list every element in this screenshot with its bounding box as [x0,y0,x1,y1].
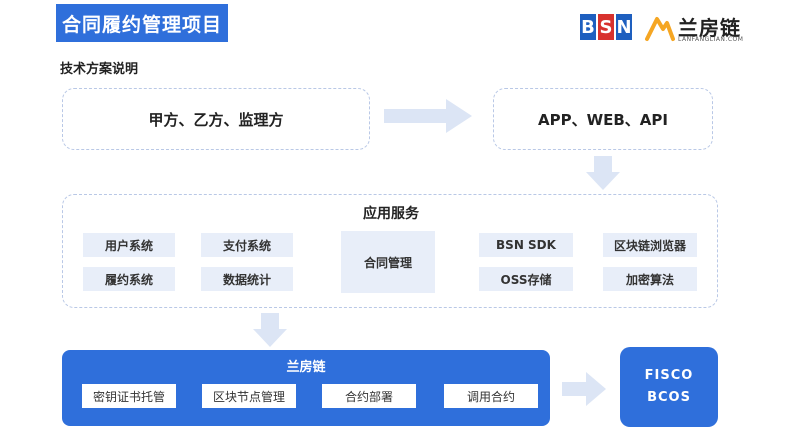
service-oss-storage: OSS存储 [479,267,573,291]
service-data-statistics: 数据统计 [201,267,293,291]
bsn-letter-s: S [598,14,614,40]
lanfang-item-node-management: 区块节点管理 [202,384,296,408]
service-fulfillment-system: 履约系统 [83,267,175,291]
fisco-line2: BCOS [647,390,691,405]
lanfang-chain-title: 兰房链 [286,360,326,375]
down-arrow-icon [586,156,620,190]
parties-box: 甲方、乙方、监理方 [62,88,370,150]
page-title: 合同履约管理项目 [56,4,228,42]
service-blockchain-explorer: 区块链浏览器 [603,233,697,257]
app-services-box: 应用服务 用户系统 履约系统 支付系统 数据统计 合同管理 BSN SDK OS… [62,194,718,308]
bsn-logo: B S N [580,14,632,40]
bsn-letter-n: N [616,14,632,40]
service-bsn-sdk: BSN SDK [479,233,573,257]
lanfang-logo-icon [645,17,675,41]
section-label: 技术方案说明 [60,62,139,77]
fisco-line1: FISCO [644,368,694,383]
lanfang-item-invoke-contract: 调用合约 [444,384,538,408]
service-user-system: 用户系统 [83,233,175,257]
bsn-letter-b: B [580,14,596,40]
fisco-bcos-box: FISCO BCOS [620,347,718,427]
lanfang-chain-box: 兰房链 密钥证书托管 区块节点管理 合约部署 调用合约 [62,350,550,426]
service-encryption-algorithm: 加密算法 [603,267,697,291]
lanfang-item-key-cert: 密钥证书托管 [82,384,176,408]
down-arrow-icon [253,313,287,347]
service-payment-system: 支付系统 [201,233,293,257]
channels-box: APP、WEB、API [493,88,713,150]
app-services-title: 应用服务 [363,206,419,222]
right-arrow-icon [384,99,472,133]
lanfang-logo-url: LANFANGLIAN.COM [678,36,744,43]
service-contract-management: 合同管理 [341,231,435,293]
right-arrow-icon [562,372,606,406]
lanfang-item-contract-deploy: 合约部署 [322,384,416,408]
